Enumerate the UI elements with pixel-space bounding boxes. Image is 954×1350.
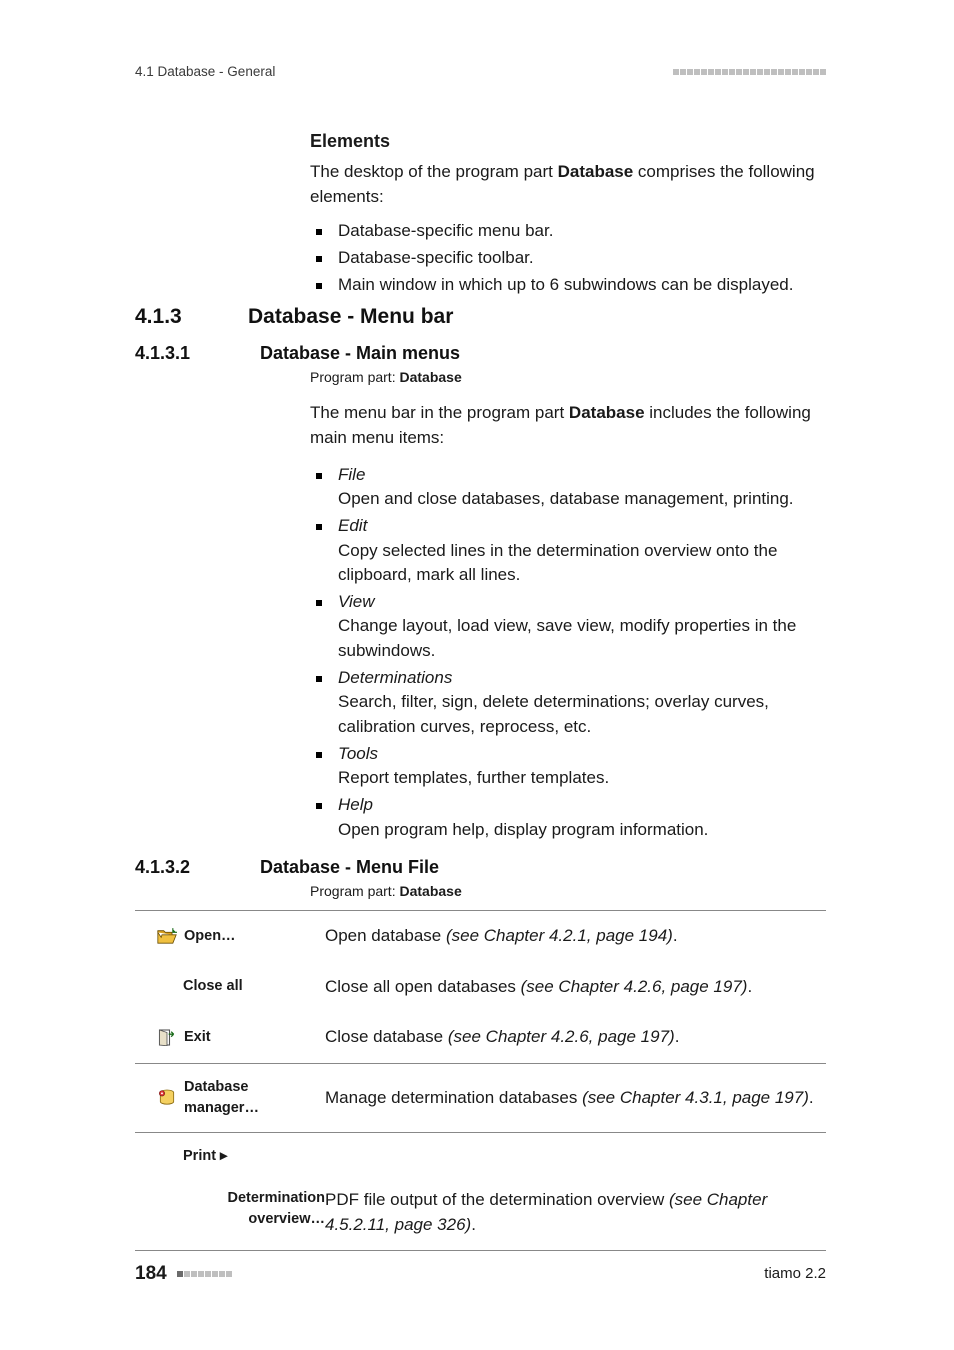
page-number: 184: [135, 1260, 232, 1288]
file-menu-table: Open… Open database (see Chapter 4.2.1, …: [135, 910, 826, 1251]
program-part-line: Program part: Database: [310, 367, 826, 387]
exit-door-icon: [157, 1029, 177, 1046]
product-name: tiamo 2.2: [764, 1263, 826, 1285]
elements-intro: The desktop of the program part Database…: [310, 160, 826, 209]
list-item: View Change layout, load view, save view…: [310, 590, 826, 664]
page-header: 4.1 Database - General: [135, 62, 826, 82]
main-menus-list: File Open and close databases, database …: [310, 463, 826, 843]
elements-section: Elements The desktop of the program part…: [310, 128, 826, 299]
heading-4-1-3-1: 4.1.3.1Database - Main menus: [135, 340, 460, 366]
list-item: Help Open program help, display program …: [310, 793, 826, 842]
elements-heading: Elements: [310, 128, 826, 154]
table-row: Exit Close database (see Chapter 4.2.6, …: [135, 1012, 826, 1064]
menu-item-desc: Close database (see Chapter 4.2.6, page …: [325, 1025, 826, 1050]
list-item: Main window in which up to 6 subwindows …: [310, 273, 826, 298]
page-footer: 184 tiamo 2.2: [135, 1260, 826, 1288]
heading-4-1-3-2: 4.1.3.2Database - Menu File: [135, 854, 439, 880]
menu-item-determination-overview: Determination overview…: [135, 1188, 325, 1230]
list-item: Edit Copy selected lines in the determin…: [310, 514, 826, 588]
running-head-left: 4.1 Database - General: [135, 62, 275, 82]
list-item: Database-specific menu bar.: [310, 219, 826, 244]
open-folder-icon: [157, 928, 177, 945]
main-menus-intro: The menu bar in the program part Databas…: [310, 401, 826, 450]
table-row: Determination overview… PDF file output …: [135, 1175, 826, 1251]
menu-item-desc: Open database (see Chapter 4.2.1, page 1…: [325, 924, 826, 949]
menu-item-desc: PDF file output of the determination ove…: [325, 1188, 826, 1237]
table-row: Print ▸: [135, 1133, 826, 1175]
menu-item-exit: Exit: [135, 1027, 325, 1048]
menu-item-open: Open…: [135, 926, 325, 947]
list-item: Determinations Search, filter, sign, del…: [310, 666, 826, 740]
table-row: Open… Open database (see Chapter 4.2.1, …: [135, 911, 826, 962]
list-item: File Open and close databases, database …: [310, 463, 826, 512]
table-row: Database manager… Manage determination d…: [135, 1064, 826, 1133]
list-item: Database-specific toolbar.: [310, 246, 826, 271]
main-menus-section: Program part: Database The menu bar in t…: [310, 365, 826, 844]
table-row: Close all Close all open databases (see …: [135, 962, 826, 1013]
menu-item-desc: Manage determination databases (see Chap…: [325, 1086, 826, 1111]
menu-item-desc: Close all open databases (see Chapter 4.…: [325, 975, 826, 1000]
list-item: Tools Report templates, further template…: [310, 742, 826, 791]
menu-item-print: Print ▸: [135, 1146, 325, 1167]
header-dashes-icon: [672, 62, 826, 82]
menu-item-close-all: Close all: [135, 976, 325, 997]
elements-bullet-list: Database-specific menu bar. Database-spe…: [310, 219, 826, 297]
heading-4-1-3: 4.1.3Database - Menu bar: [135, 302, 453, 332]
db-manager-icon: [157, 1089, 177, 1106]
footer-dashes-icon: [176, 1263, 232, 1284]
menu-item-db-manager: Database manager…: [135, 1077, 325, 1119]
